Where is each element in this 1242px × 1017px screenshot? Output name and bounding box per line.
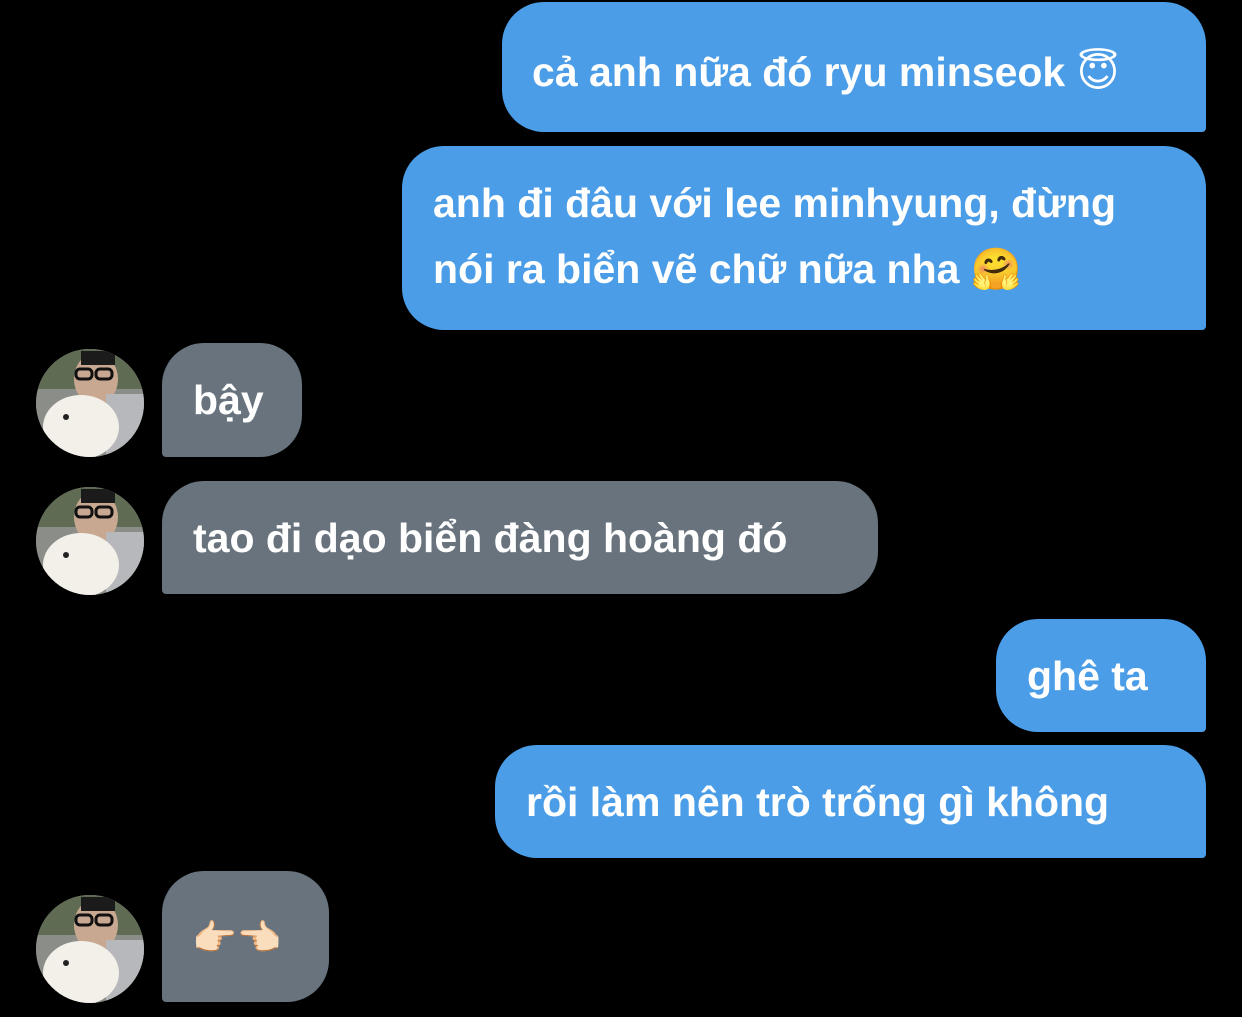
smiling-face-with-halo-emoji: 😇 — [1076, 48, 1120, 96]
contact-avatar[interactable] — [36, 349, 144, 457]
message-text-line: nói ra biển vẽ chữ nữa nha — [433, 246, 960, 292]
outgoing-message-bubble[interactable]: anh đi đâu với lee minhyung, đừng nói ra… — [402, 146, 1206, 330]
outgoing-message-bubble[interactable]: ghê ta — [996, 619, 1206, 732]
hugging-face-emoji: 🤗 — [970, 245, 1022, 293]
avatar-photo — [36, 349, 144, 457]
incoming-message-bubble[interactable]: bậy — [162, 343, 302, 457]
contact-avatar[interactable] — [36, 487, 144, 595]
message-text-line: anh đi đâu với lee minhyung, đừng — [433, 180, 1116, 226]
outgoing-message-bubble[interactable]: cả anh nữa đó ryu minseok 😇 — [502, 2, 1206, 132]
incoming-message-bubble[interactable]: 👉🏻👈🏻 — [162, 871, 329, 1002]
incoming-message-bubble[interactable]: tao đi dạo biển đàng hoàng đó — [162, 481, 878, 594]
message-text: tao đi dạo biển đàng hoàng đó — [193, 515, 788, 561]
outgoing-message-bubble[interactable]: rồi làm nên trò trống gì không — [495, 745, 1206, 858]
pointing-fingers-emoji: 👉🏻👈🏻 — [192, 918, 282, 959]
message-text: bậy — [193, 377, 264, 423]
message-text: rồi làm nên trò trống gì không — [526, 779, 1110, 825]
contact-avatar[interactable] — [36, 895, 144, 1003]
message-text: ghê ta — [1027, 653, 1148, 699]
avatar-photo — [36, 895, 144, 1003]
avatar-photo — [36, 487, 144, 595]
message-text: cả anh nữa đó ryu minseok — [532, 49, 1066, 95]
